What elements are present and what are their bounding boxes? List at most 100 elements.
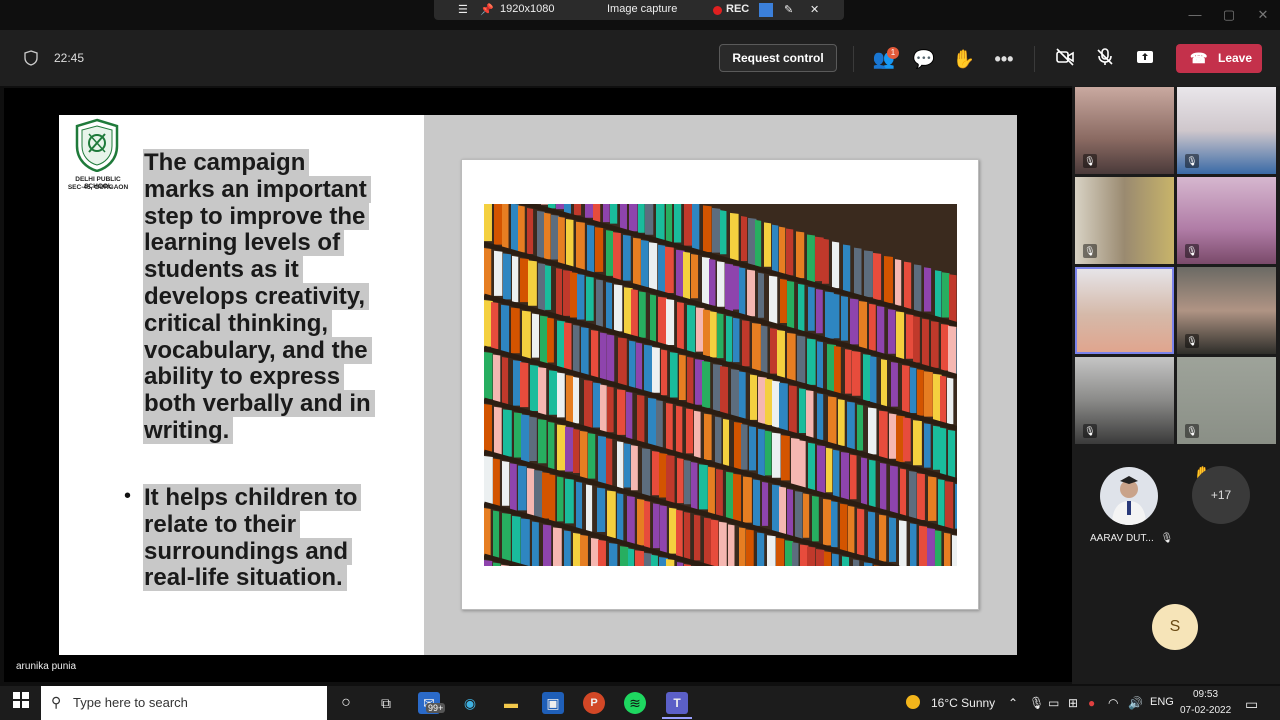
window-close-icon[interactable]: ✕ xyxy=(1246,0,1280,30)
cortana-icon[interactable]: ○ xyxy=(335,692,357,714)
pin-icon[interactable]: 📌 xyxy=(480,3,494,16)
request-control-button[interactable]: Request control xyxy=(719,44,837,72)
chevron-up-icon[interactable]: ⌃ xyxy=(1008,696,1018,710)
task-view-icon[interactable]: ⧉ xyxy=(375,692,397,714)
window-controls: — ▢ ✕ xyxy=(1178,0,1280,30)
muted-mic-icon: 🎙 xyxy=(1185,244,1199,258)
wifi-icon[interactable]: ◠ xyxy=(1108,696,1118,710)
slide-text-line: step to improve the xyxy=(143,202,370,230)
mic-tray-icon[interactable]: 🎙 xyxy=(1029,696,1044,710)
language-indicator[interactable]: ENG xyxy=(1150,696,1174,708)
minimize-icon[interactable]: — xyxy=(1178,0,1212,30)
slide-text-line: both verbally and in xyxy=(143,390,375,418)
participant-video-tile[interactable]: 🎙 xyxy=(1177,267,1276,354)
muted-mic-icon: 🎙 xyxy=(1185,154,1199,168)
leave-label: Leave xyxy=(1218,51,1253,65)
maximize-icon[interactable]: ▢ xyxy=(1212,0,1246,30)
record-dot-icon xyxy=(713,6,722,15)
slide-text-line: writing. xyxy=(143,416,234,444)
slide-text-line: learning levels of xyxy=(143,229,345,257)
camera-tray-icon[interactable]: ▭ xyxy=(1048,696,1059,710)
bullet-point: • xyxy=(124,485,132,507)
participant-video-tile[interactable]: 🎙 xyxy=(1075,87,1174,174)
slide-text-line: ability to express xyxy=(143,363,345,391)
school-location: SEC-45, GURGAON xyxy=(67,184,129,191)
muted-mic-icon: 🎙 xyxy=(1160,533,1174,544)
participant-video-tile[interactable]: 🎙 xyxy=(1177,357,1276,444)
slide-text-line: students as it xyxy=(143,256,303,284)
attendee-name-label: AARAV DUT... xyxy=(1090,533,1154,544)
weather-sun-icon xyxy=(906,695,920,709)
slide-text-line: The campaign xyxy=(143,149,310,176)
muted-mic-icon: 🎙 xyxy=(1083,154,1097,168)
rec-label[interactable]: REC xyxy=(726,3,749,15)
muted-mic-icon: 🎙 xyxy=(1185,334,1199,348)
participant-video-tile[interactable]: 🎙 xyxy=(1075,357,1174,444)
weather-text[interactable]: 16°C Sunny xyxy=(931,696,995,710)
slide-text-line: real-life situation. xyxy=(143,564,347,592)
participant-video-tile[interactable]: 🎙 xyxy=(1075,177,1174,264)
mic-off-icon[interactable] xyxy=(1093,47,1117,71)
powerpoint-icon[interactable]: P xyxy=(583,692,605,714)
slide-text-line: relate to their xyxy=(143,510,301,538)
initial-avatar[interactable]: S xyxy=(1152,604,1198,650)
slide-text-line: develops creativity, xyxy=(143,282,369,310)
camera-icon[interactable] xyxy=(759,3,773,17)
store-icon[interactable]: ▣ xyxy=(542,692,564,714)
active-app-indicator xyxy=(662,717,692,719)
muted-mic-icon: 🎙 xyxy=(1185,424,1199,438)
search-placeholder: Type here to search xyxy=(73,695,188,710)
capture-resolution: 1920x1080 xyxy=(500,3,555,15)
muted-mic-icon: 🎙 xyxy=(1083,244,1097,258)
shield-icon xyxy=(24,50,38,66)
avatar[interactable] xyxy=(1100,467,1158,525)
more-participants-button[interactable]: +17 xyxy=(1192,466,1250,524)
phone-hangup-icon: ☎ xyxy=(1190,50,1208,66)
divider xyxy=(1034,46,1035,72)
volume-icon[interactable]: 🔊 xyxy=(1128,696,1143,710)
windows-start-icon[interactable] xyxy=(10,692,32,714)
capture-toolbar: ☰ 📌 1920x1080 Image capture REC ✎ ✕ xyxy=(434,0,844,20)
slide-text-line: vocabulary, and the xyxy=(143,336,372,364)
teams-icon[interactable]: T xyxy=(666,692,688,714)
search-icon: ⚲ xyxy=(51,694,62,710)
close-icon[interactable]: ✕ xyxy=(810,3,819,16)
slide-text-line: It helps children to xyxy=(143,484,362,511)
slide-text-line: critical thinking, xyxy=(143,309,333,337)
leave-button[interactable]: ☎ Leave xyxy=(1176,44,1262,73)
slide-paragraph-2: It helps children to relate to their surro… xyxy=(143,484,393,592)
reactions-icon[interactable]: ✋ xyxy=(952,47,976,71)
attendee-name: AARAV DUT... 🎙 xyxy=(1090,533,1173,544)
meeting-timer: 22:45 xyxy=(54,51,85,65)
notification-icon[interactable]: ▭ xyxy=(1245,696,1258,713)
spotify-icon[interactable]: ≋ xyxy=(624,692,646,714)
share-screen-icon[interactable] xyxy=(1133,47,1157,71)
bookshelf-image xyxy=(484,204,957,566)
muted-mic-icon: 🎙 xyxy=(1083,424,1097,438)
presenter-name: arunika punia xyxy=(16,661,77,672)
taskbar-search-box[interactable]: ⚲ Type here to search xyxy=(41,686,327,720)
file-explorer-icon[interactable]: ▬ xyxy=(500,692,522,714)
record-tray-icon[interactable]: ● xyxy=(1088,696,1095,710)
participant-video-tile[interactable]: 🎙 xyxy=(1177,87,1276,174)
camera-off-icon[interactable] xyxy=(1053,47,1077,71)
meeting-header: 22:45 Request control 👥 1 💬 ✋ ••• ☎ Leav… xyxy=(0,30,1280,86)
slide-text-line: marks an important xyxy=(143,175,371,203)
school-logo xyxy=(75,118,119,172)
clock-time[interactable]: 09:53 xyxy=(1193,689,1218,700)
slide-paragraph-1: The campaign marks an important step to im… xyxy=(143,149,393,445)
capture-mode: Image capture xyxy=(607,3,678,15)
people-badge: 1 xyxy=(887,47,899,59)
participant-video-tile[interactable]: 🎙 xyxy=(1177,177,1276,264)
slide-text-line: surroundings and xyxy=(143,537,352,565)
active-speaker-tile[interactable] xyxy=(1075,267,1174,354)
app-tray-icon[interactable]: ⊞ xyxy=(1068,696,1078,710)
windows-taskbar: ⚲ Type here to search ○ ⧉ ✉ 99+ ◉ ▬ ▣ P … xyxy=(0,686,1280,720)
more-options-icon[interactable]: ••• xyxy=(992,47,1016,71)
menu-icon[interactable]: ☰ xyxy=(458,3,468,16)
clock-date[interactable]: 07-02-2022 xyxy=(1180,705,1231,716)
chat-icon[interactable]: 💬 xyxy=(912,47,936,71)
edge-icon[interactable]: ◉ xyxy=(459,692,481,714)
mail-badge: 99+ xyxy=(426,703,446,713)
pen-icon[interactable]: ✎ xyxy=(784,3,793,16)
